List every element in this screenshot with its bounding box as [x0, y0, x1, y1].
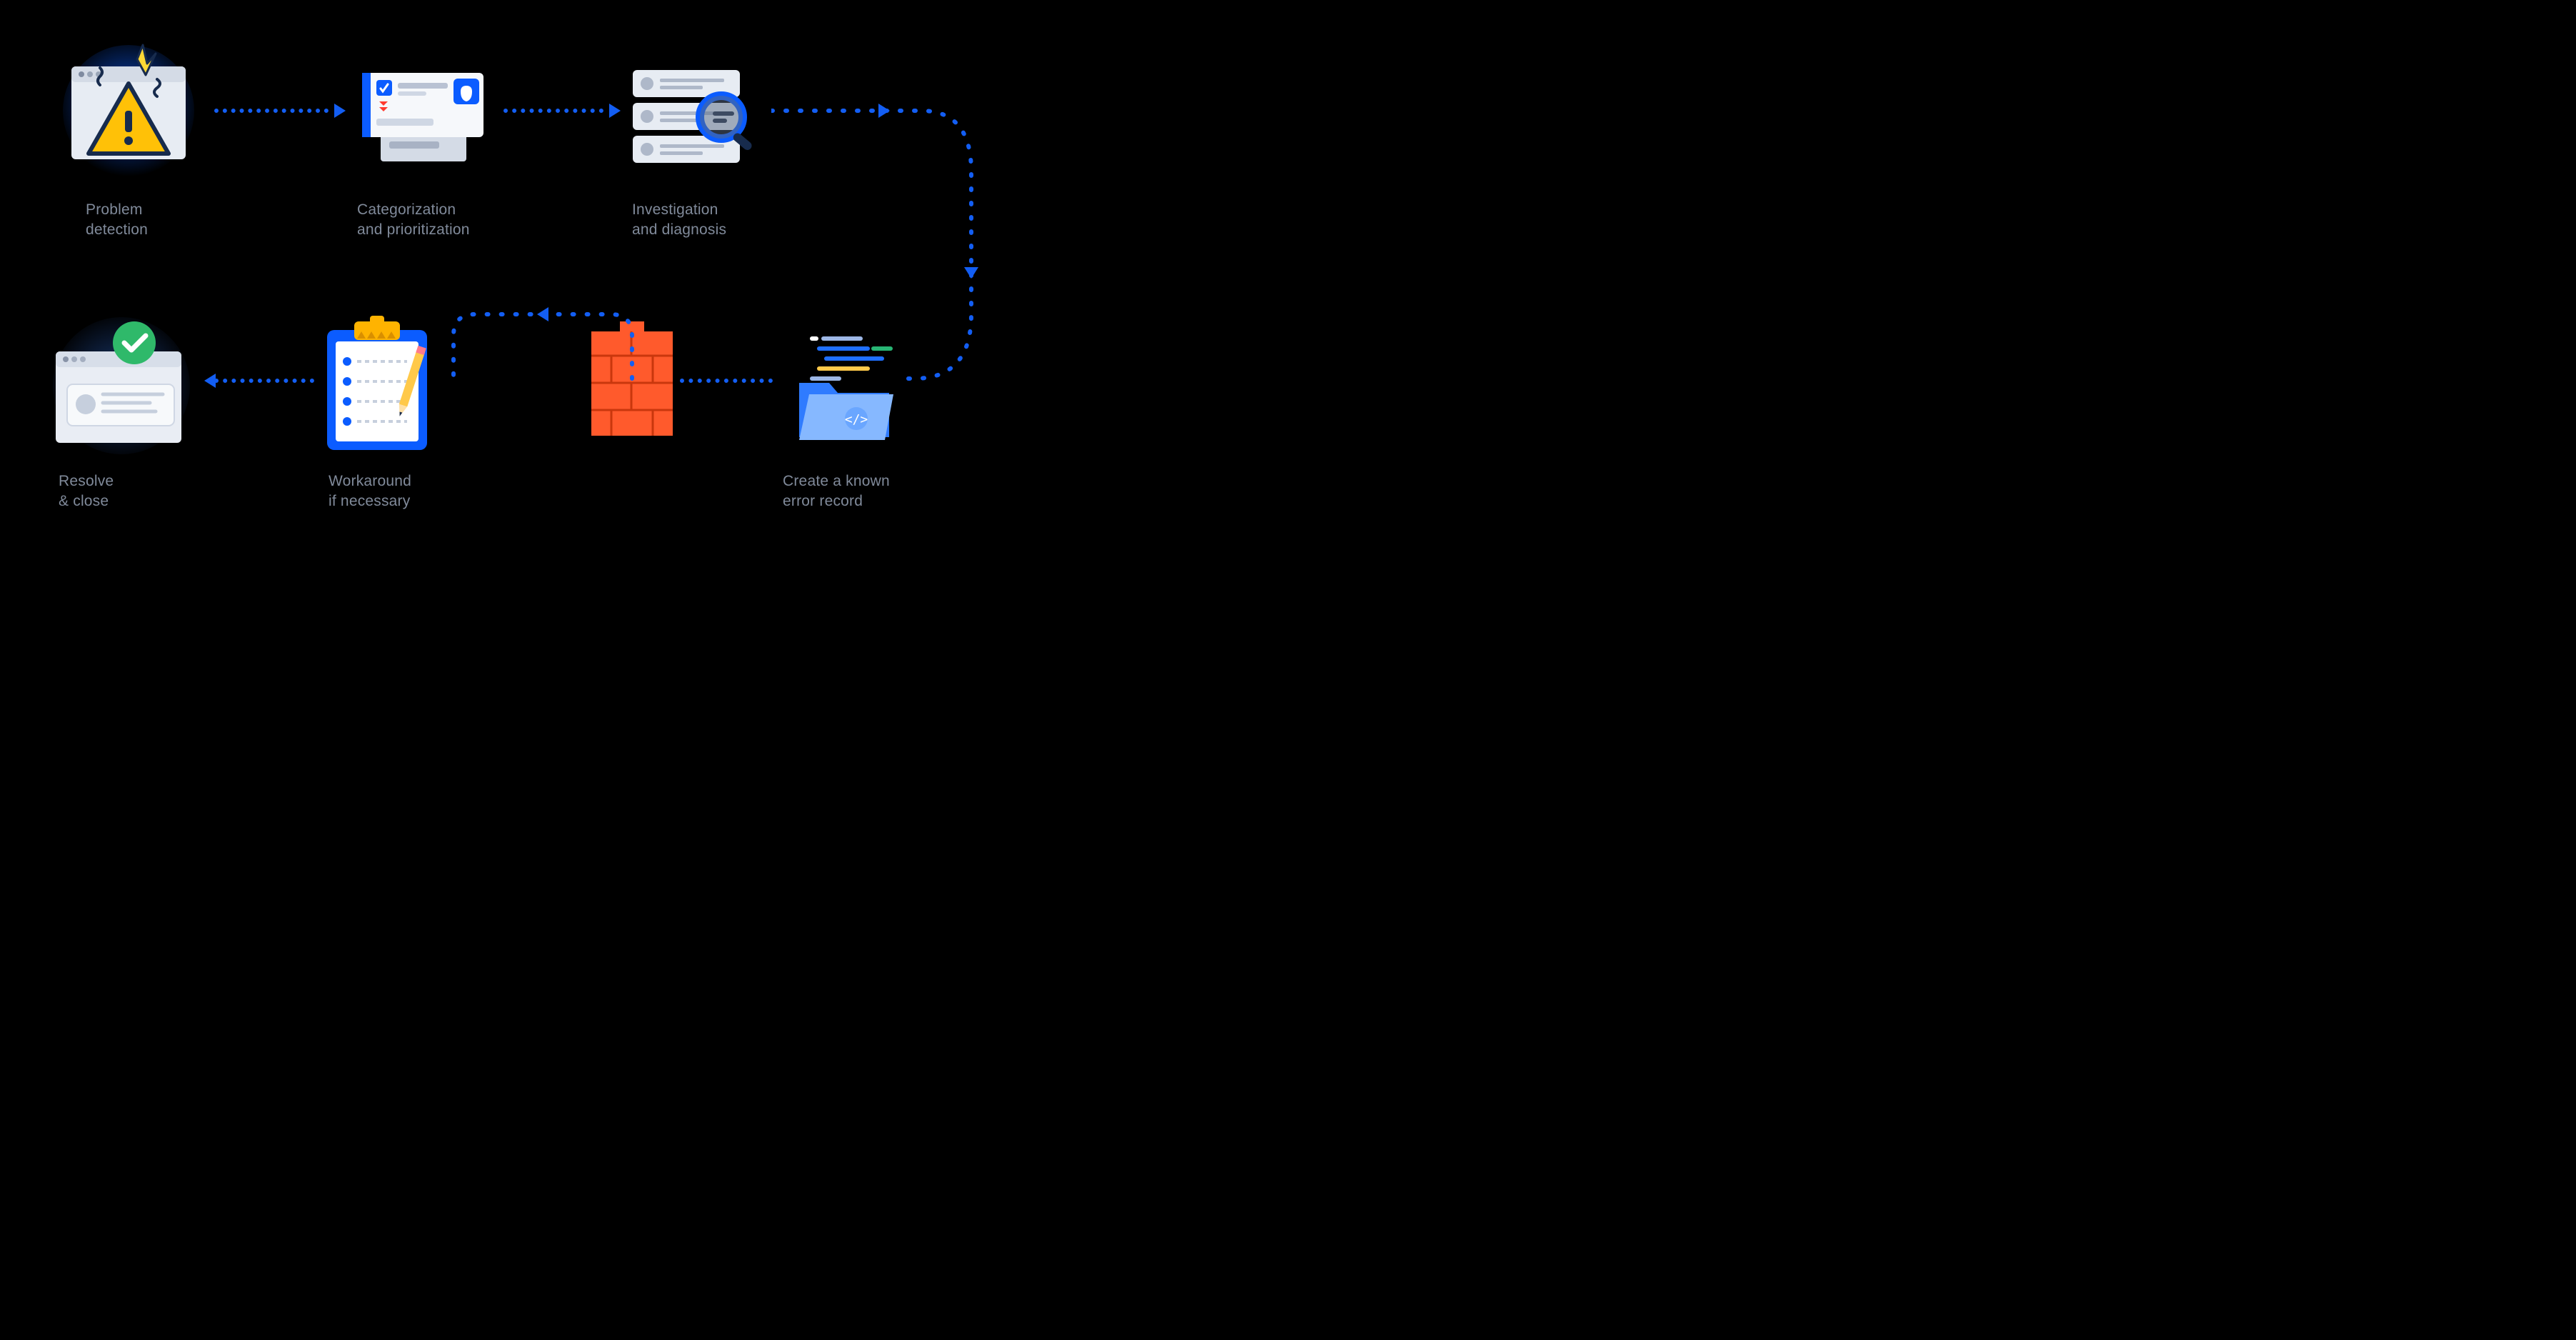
workaround-icon — [314, 314, 443, 457]
text-line: Investigation — [632, 201, 718, 218]
arrowhead-icon — [964, 267, 978, 279]
step-label-investigation: Investigation and diagnosis — [632, 200, 726, 241]
step-label-resolve: Resolve & close — [59, 471, 114, 512]
categorization-icon — [346, 50, 489, 193]
step-label-workaround: Workaround if necessary — [329, 471, 411, 512]
step-label-error-record: Create a known error record — [783, 471, 890, 512]
text-line: Categorization — [357, 201, 456, 218]
text-line: detection — [86, 221, 148, 238]
arrowhead-icon — [334, 104, 346, 118]
text-line: Create a known — [783, 473, 890, 489]
arrowhead-icon — [204, 374, 216, 388]
text-line: and diagnosis — [632, 221, 726, 238]
connector-arrow — [680, 379, 773, 383]
arrowhead-icon — [878, 104, 890, 118]
arrowhead-icon — [609, 104, 621, 118]
connector-arrow — [503, 109, 603, 113]
investigation-icon — [621, 44, 764, 187]
text-line: Workaround — [329, 473, 411, 489]
connector-arrow — [214, 109, 329, 113]
svg-text:</>: </> — [845, 412, 868, 427]
text-line: & close — [59, 493, 109, 509]
text-line: Resolve — [59, 473, 114, 489]
step-label-detection: Problem detection — [86, 200, 148, 241]
text-line: if necessary — [329, 493, 410, 509]
arrowhead-icon — [537, 307, 548, 321]
error-record-icon: </> — [768, 314, 911, 457]
text-line: and prioritization — [357, 221, 470, 238]
connector-arrow — [214, 379, 314, 383]
text-line: Problem — [86, 201, 143, 218]
resolve-close-icon — [43, 314, 200, 457]
step-label-categorization: Categorization and prioritization — [357, 200, 470, 241]
text-line: error record — [783, 493, 863, 509]
problem-detection-icon — [57, 39, 200, 182]
